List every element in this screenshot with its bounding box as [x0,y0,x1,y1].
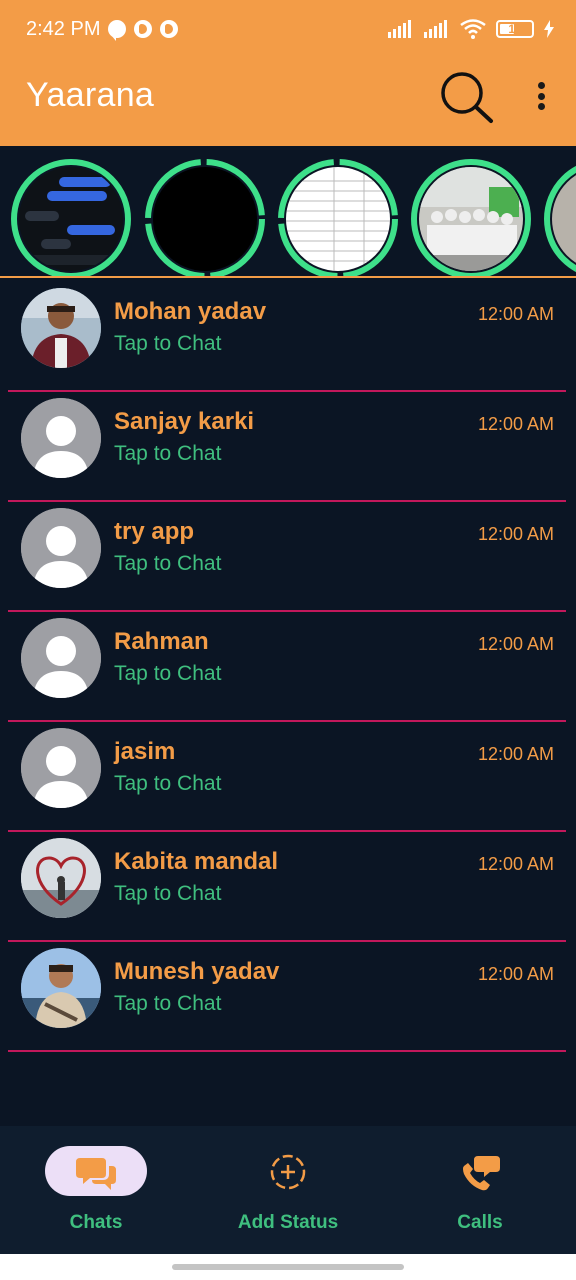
chat-row-munesh-yadav[interactable]: Munesh yadav Tap to Chat 12:00 AM [8,942,566,1052]
status-thumbnail-spreadsheet [286,167,390,271]
message-notification-icon [108,20,127,41]
status-strip[interactable] [0,146,576,278]
more-dot [537,82,545,89]
search-button[interactable] [438,70,498,126]
chat-row-jasim[interactable]: jasim Tap to Chat 12:00 AM [8,722,566,832]
avatar [21,838,101,918]
add-status-icon [270,1154,306,1190]
last-message: Tap to Chat [114,882,222,905]
status-time: 2:42 PM [26,17,101,40]
status-thumbnail-dark [153,167,257,271]
gesture-bar-area [0,1254,576,1280]
app-title: Yaarana [26,76,155,114]
message-time: 12:00 AM [477,634,554,654]
chat-row-sanjay-karki[interactable]: Sanjay karki Tap to Chat 12:00 AM [8,392,566,502]
contact-name: Rahman [114,628,209,655]
message-time: 12:00 AM [477,304,554,324]
message-time: 12:00 AM [477,524,554,544]
chat-row-mohan-yadav[interactable]: Mohan yadav Tap to Chat 12:00 AM [8,282,566,392]
message-time: 12:00 AM [477,414,554,434]
contact-name: jasim [114,738,176,765]
app-notification-icon-2 [160,20,179,38]
avatar-placeholder [21,508,101,588]
signal-icon-2 [424,20,447,38]
charging-icon [544,20,554,38]
avatar-placeholder [21,728,101,808]
avatar-placeholder [21,398,101,478]
status-item-5[interactable] [543,158,576,276]
calls-icon [463,1156,500,1191]
bottom-navigation: Chats Add Status Calls [0,1126,576,1254]
more-dot [537,103,545,110]
contact-name: Sanjay karki [114,408,255,435]
message-time: 12:00 AM [477,744,554,764]
status-item-2[interactable] [144,158,266,276]
app-notification-icon [134,20,153,38]
nav-chats[interactable]: Chats [0,1126,192,1254]
last-message: Tap to Chat [114,552,222,575]
gesture-handle[interactable] [172,1264,404,1270]
nav-chats-label: Chats [69,1212,123,1233]
last-message: Tap to Chat [114,662,222,685]
battery-icon: 17 [496,20,534,38]
status-thumbnail-chat [19,167,123,271]
status-thumbnail-group-photo [419,167,523,271]
wifi-icon [460,19,486,39]
contact-name: Kabita mandal [114,848,279,875]
nav-calls[interactable]: Calls [384,1126,576,1254]
status-item-1[interactable] [10,158,132,276]
message-time: 12:00 AM [477,964,554,984]
nav-add-status[interactable]: Add Status [192,1126,384,1254]
more-options-button[interactable] [528,78,554,114]
chat-row-kabita-mandal[interactable]: Kabita mandal Tap to Chat 12:00 AM [8,832,566,942]
signal-icon [388,20,411,38]
more-dot [537,92,545,100]
last-message: Tap to Chat [114,992,222,1015]
contact-name: Mohan yadav [114,298,267,325]
last-message: Tap to Chat [114,442,222,465]
message-time: 12:00 AM [477,854,554,874]
status-bar: 2:42 PM 17 [26,14,554,44]
chats-icon [76,1158,116,1190]
chat-row-rahman[interactable]: Rahman Tap to Chat 12:00 AM [8,612,566,722]
nav-add-status-label: Add Status [237,1212,339,1233]
nav-calls-label: Calls [457,1212,503,1233]
status-item-3[interactable] [277,158,399,276]
contact-name: try app [114,518,195,545]
battery-level: 17 [508,22,522,36]
last-message: Tap to Chat [114,332,222,355]
app-header: 2:42 PM 17 Yaarana [0,0,576,146]
contact-name: Munesh yadav [114,958,280,985]
status-item-4[interactable] [410,158,532,276]
avatar [21,288,101,368]
avatar-placeholder [21,618,101,698]
search-icon [441,72,493,123]
avatar [21,948,101,1028]
last-message: Tap to Chat [114,772,222,795]
chat-row-try-app[interactable]: try app Tap to Chat 12:00 AM [8,502,566,612]
